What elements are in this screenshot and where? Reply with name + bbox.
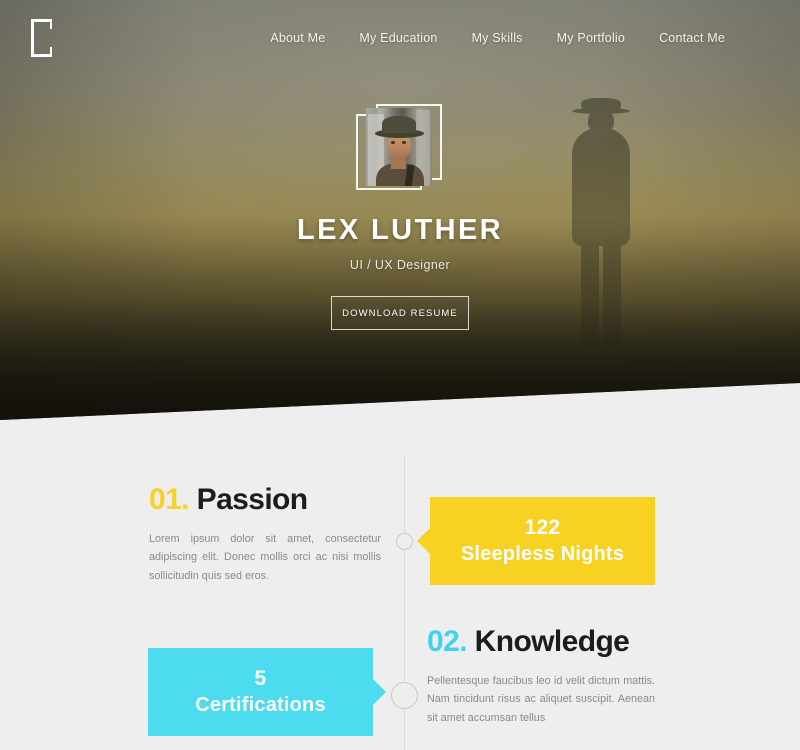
timeline-entry-2-body: Pellentesque faucibus leo id velit dictu…	[427, 674, 655, 724]
hero-section: About Me My Education My Skills My Portf…	[0, 0, 800, 420]
stat-card-2-arrow-icon	[373, 679, 386, 705]
timeline-entry-1-heading: 01. Passion	[149, 484, 381, 516]
nav-item-my-portfolio[interactable]: My Portfolio	[540, 25, 642, 51]
timeline-entry-2-title: Knowledge	[474, 625, 630, 658]
stat-card-2-label: Certifications	[195, 694, 326, 717]
stat-card-certifications: 5 Certifications	[148, 648, 386, 736]
timeline-section: 01. Passion Lorem ipsum dolor sit amet, …	[0, 420, 800, 750]
download-resume-button[interactable]: DOWNLOAD RESUME	[331, 296, 469, 330]
main-navigation: About Me My Education My Skills My Portf…	[253, 25, 742, 51]
nav-item-about-me[interactable]: About Me	[253, 25, 342, 51]
stat-card-sleepless-nights: 122 Sleepless Nights	[417, 497, 655, 585]
timeline-entry-2-text: 02. Knowledge Pellentesque faucibus leo …	[427, 626, 655, 727]
timeline-dot-2	[391, 682, 418, 709]
nav-item-contact-me[interactable]: Contact Me	[642, 25, 742, 51]
stat-card-2-value: 5	[254, 666, 267, 690]
site-header: About Me My Education My Skills My Portf…	[0, 0, 800, 76]
timeline-entry-2-heading: 02. Knowledge	[427, 626, 655, 658]
timeline-entry-2-number: 02.	[427, 625, 468, 658]
timeline-entry-1-number: 01.	[149, 483, 190, 516]
bracket-logo-icon[interactable]	[30, 19, 52, 57]
page-title: LEX LUTHER	[296, 214, 504, 246]
timeline-entry-1-body: Lorem ipsum dolor sit amet, consectetur …	[149, 532, 381, 582]
timeline-entry-1-title: Passion	[196, 483, 308, 516]
nav-item-my-skills[interactable]: My Skills	[455, 25, 540, 51]
hero-subtitle: UI / UX Designer	[349, 258, 451, 272]
timeline-dot-1	[396, 533, 413, 550]
nav-item-my-education[interactable]: My Education	[342, 25, 454, 51]
stat-card-1-arrow-icon	[417, 528, 430, 554]
avatar	[356, 104, 442, 190]
stat-card-1-value: 122	[524, 515, 561, 539]
avatar-photo	[366, 108, 432, 186]
timeline-entry-1-text: 01. Passion Lorem ipsum dolor sit amet, …	[149, 484, 381, 585]
stat-card-1-label: Sleepless Nights	[460, 543, 625, 566]
